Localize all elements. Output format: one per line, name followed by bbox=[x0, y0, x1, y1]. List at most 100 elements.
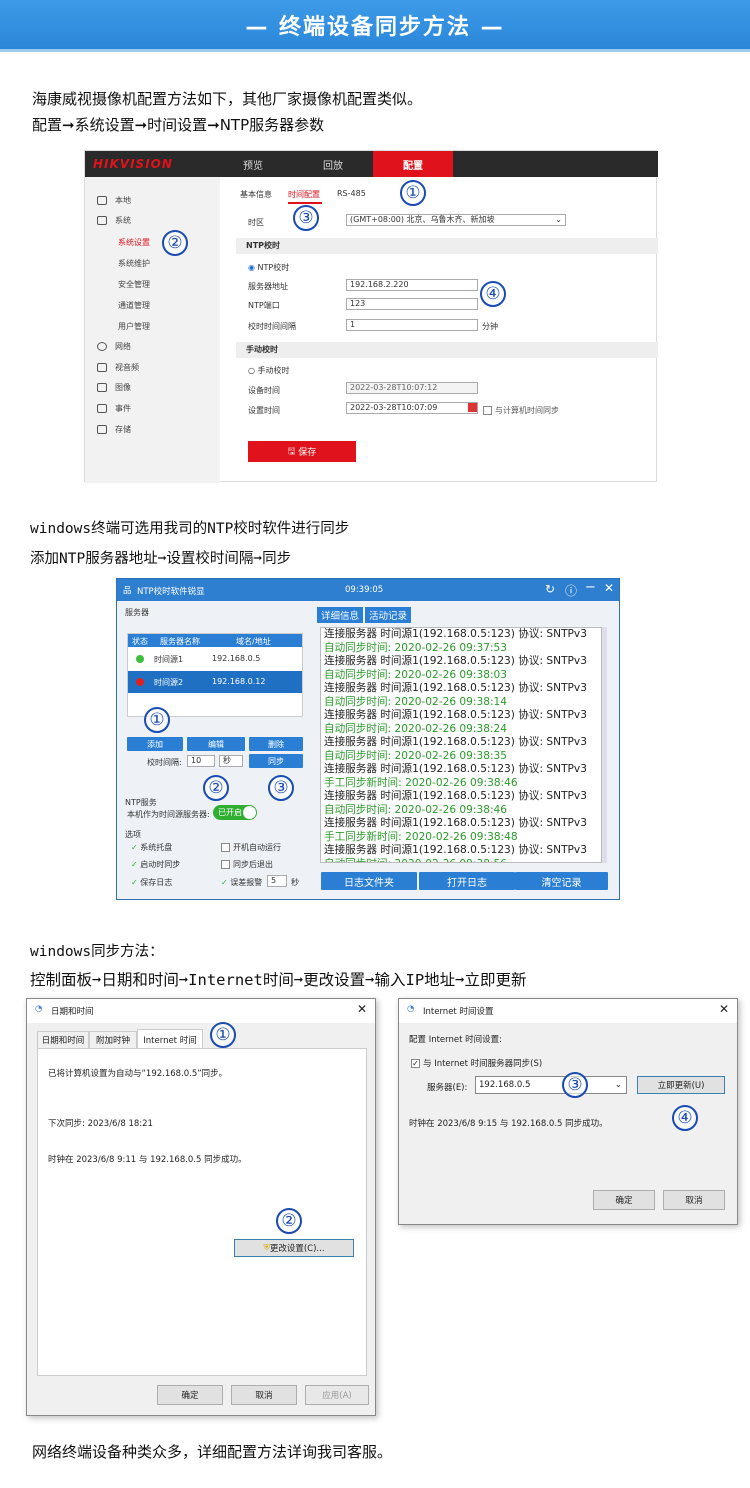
server-combobox[interactable]: 192.168.0.5 ⌄ bbox=[475, 1076, 627, 1094]
marker-3-ntp: ③ bbox=[268, 775, 294, 801]
marker-3-it: ③ bbox=[562, 1072, 588, 1098]
page-title: — 终端设备同步方法 — bbox=[0, 0, 750, 52]
edit-button[interactable]: 编辑 bbox=[187, 737, 245, 751]
it-sync-msg: 时钟在 2023/6/8 9:15 与 192.168.0.5 同步成功。 bbox=[409, 1119, 608, 1129]
opt-autostart[interactable]: 开机自动运行 bbox=[221, 842, 281, 853]
interval-input[interactable]: 1 bbox=[346, 319, 478, 331]
ntp-radio[interactable]: ◉ NTP校时 bbox=[248, 262, 289, 273]
minimize-icon[interactable]: − bbox=[585, 580, 596, 595]
tab-activity[interactable]: 活动记录 bbox=[365, 607, 411, 623]
log-line: 连接服务器 时间源1(192.168.0.5:123) 协议: SNTPv3 bbox=[324, 790, 587, 802]
refresh-icon[interactable]: ↻ bbox=[545, 582, 555, 596]
side-av[interactable]: 视音频 bbox=[97, 362, 139, 373]
opt-exit-after-sync[interactable]: 同步后退出 bbox=[221, 859, 273, 870]
opt-tray[interactable]: ✓ 系统托盘 bbox=[131, 842, 172, 853]
server-table: 状态 服务器名称 域名/地址 时间源1 192.168.0.5 时间源2 192… bbox=[127, 633, 303, 717]
save-button[interactable]: 🖫 保存 bbox=[248, 441, 356, 462]
side-system-settings[interactable]: 系统设置 bbox=[118, 237, 150, 248]
sync-button[interactable]: 同步 bbox=[249, 754, 303, 768]
tab-internet-time[interactable]: Internet 时间 bbox=[137, 1029, 203, 1049]
side-event[interactable]: 事件 bbox=[97, 403, 131, 414]
server-label: 服务器(E): bbox=[427, 1083, 468, 1093]
nav-config[interactable]: 配置 bbox=[373, 151, 453, 177]
app-icon: 品 bbox=[123, 586, 132, 596]
sync-checkbox[interactable]: ✓ 与 Internet 时间服务器同步(S) bbox=[411, 1057, 542, 1069]
tab-underline bbox=[288, 202, 322, 204]
log-line: 连接服务器 时间源1(192.168.0.5:123) 协议: SNTPv3 bbox=[324, 628, 587, 640]
sync-unit-select[interactable]: 秒 bbox=[219, 755, 243, 767]
side-network[interactable]: 网络 bbox=[97, 341, 131, 352]
timezone-select[interactable]: (GMT+08:00) 北京、乌鲁木齐、新加坡 ⌄ bbox=[346, 214, 566, 226]
add-button[interactable]: 添加 bbox=[127, 737, 183, 751]
tab-detail[interactable]: 详细信息 bbox=[317, 607, 363, 623]
info-icon[interactable]: ⓘ bbox=[565, 582, 577, 599]
close-icon[interactable]: ✕ bbox=[604, 581, 614, 595]
col-address: 域名/地址 bbox=[236, 637, 271, 646]
side-system-maintenance[interactable]: 系统维护 bbox=[118, 258, 150, 269]
log-line: 自动同步时间: 2020-02-26 09:38:03 bbox=[324, 668, 508, 681]
log-line: 手工同步新时间: 2020-02-26 09:38:48 bbox=[324, 830, 518, 843]
log-line: 连接服务器 时间源1(192.168.0.5:123) 协议: SNTPv3 bbox=[324, 709, 587, 721]
set-time-input[interactable]: 2022-03-28T10:07:09 bbox=[346, 402, 478, 414]
clear-log-button[interactable]: 清空记录 bbox=[515, 872, 608, 890]
sync-interval-input[interactable]: 10 bbox=[187, 755, 215, 767]
cancel-button[interactable]: 取消 bbox=[663, 1190, 725, 1210]
log-line: 手工同步新时间: 2020-02-26 09:38:46 bbox=[324, 776, 518, 789]
manual-radio[interactable]: ○ 手动校时 bbox=[248, 365, 290, 376]
nav-preview[interactable]: 预览 bbox=[213, 151, 293, 177]
alarm-input[interactable]: 5 bbox=[267, 875, 287, 887]
close-icon[interactable]: ✕ bbox=[357, 1002, 367, 1016]
side-channel[interactable]: 通道管理 bbox=[118, 300, 150, 311]
opt-sync-on-start[interactable]: ✓ 启动时同步 bbox=[131, 859, 180, 870]
side-local[interactable]: 本地 bbox=[97, 195, 131, 206]
nav-playback[interactable]: 回放 bbox=[293, 151, 373, 177]
log-line: 连接服务器 时间源1(192.168.0.5:123) 协议: SNTPv3 bbox=[324, 655, 587, 667]
tab-extra-clock[interactable]: 附加时钟 bbox=[89, 1031, 137, 1049]
cancel-button[interactable]: 取消 bbox=[231, 1385, 297, 1405]
change-settings-button[interactable]: ⛨ 更改设置(C)... bbox=[234, 1239, 354, 1257]
delete-button[interactable]: 删除 bbox=[249, 737, 303, 751]
sync-pc-checkbox[interactable]: 与计算机时间同步 bbox=[483, 405, 559, 416]
intro-line-2: 配置➞系统设置➞时间设置➞NTP服务器参数 bbox=[32, 116, 325, 134]
alarm-unit: 秒 bbox=[291, 878, 299, 887]
update-now-button[interactable]: 立即更新(U) bbox=[637, 1076, 725, 1094]
radio-selected-icon: ◉ bbox=[248, 263, 255, 272]
table-row[interactable]: 时间源1 192.168.0.5 bbox=[128, 648, 302, 670]
side-storage[interactable]: 存储 bbox=[97, 424, 131, 435]
dialog-title-bar: ◔ Internet 时间设置 ✕ bbox=[399, 999, 737, 1023]
side-security[interactable]: 安全管理 bbox=[118, 279, 150, 290]
server-toggle[interactable]: 已开启 bbox=[213, 805, 257, 820]
apply-button[interactable]: 应用(A) bbox=[305, 1385, 369, 1405]
log-line: 自动同步时间: 2020-02-26 09:37:53 bbox=[324, 641, 508, 654]
log-line: 自动同步时间: 2020-02-26 09:38:35 bbox=[324, 749, 508, 762]
server-address-input[interactable]: 192.168.2.220 bbox=[346, 279, 478, 291]
side-user[interactable]: 用户管理 bbox=[118, 321, 150, 332]
tab-basic-info[interactable]: 基本信息 bbox=[240, 189, 272, 200]
opt-save-log[interactable]: ✓ 保存日志 bbox=[131, 877, 172, 888]
table-row[interactable]: 时间源2 192.168.0.12 bbox=[128, 671, 302, 693]
hik-sidebar: 本地 系统 系统设置 系统维护 安全管理 通道管理 用户管理 网络 视音频 图像… bbox=[85, 177, 220, 483]
side-system[interactable]: 系统 bbox=[97, 215, 131, 226]
dialog-title-bar: ◔ 日期和时间 ✕ bbox=[27, 999, 375, 1023]
open-log-button[interactable]: 打开日志 bbox=[419, 872, 515, 890]
tab-rs485[interactable]: RS-485 bbox=[337, 189, 366, 198]
chevron-down-icon: ⌄ bbox=[614, 1080, 622, 1090]
log-folder-button[interactable]: 日志文件夹 bbox=[321, 872, 417, 890]
server-address-label: 服务器地址 bbox=[248, 282, 288, 291]
marker-1-hik: ① bbox=[400, 180, 426, 206]
win-intro-line-1: windows终端可选用我司的NTP校时软件进行同步 bbox=[30, 521, 350, 537]
close-icon[interactable]: ✕ bbox=[719, 1002, 729, 1016]
tab-time-config[interactable]: 时间配置 bbox=[288, 189, 320, 200]
tab-date-time[interactable]: 日期和时间 bbox=[37, 1031, 89, 1049]
as-server-label: 本机作为时间源服务器: bbox=[127, 810, 210, 819]
side-image[interactable]: 图像 bbox=[97, 382, 131, 393]
ntp-port-input[interactable]: 123 bbox=[346, 298, 478, 310]
opt-error-alarm[interactable]: ✓ 误差报警 bbox=[221, 877, 262, 888]
calendar-icon[interactable] bbox=[468, 403, 477, 412]
ok-button[interactable]: 确定 bbox=[593, 1190, 655, 1210]
win-sync-line-1: windows同步方法： bbox=[30, 944, 164, 960]
ntp-title-bar: 品 NTP校时软件锐显 09:39:05 ↻ ⓘ − ✕ bbox=[117, 579, 619, 601]
ok-button[interactable]: 确定 bbox=[157, 1385, 223, 1405]
dialog-title: 日期和时间 bbox=[51, 1007, 94, 1017]
manual-section-title: 手动校时 bbox=[236, 342, 658, 358]
